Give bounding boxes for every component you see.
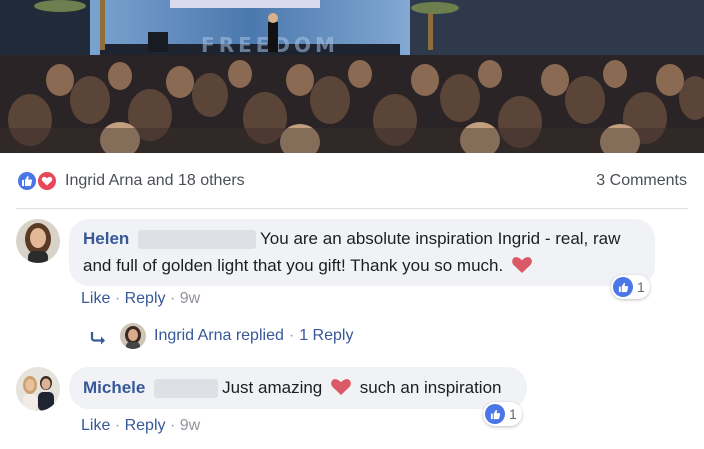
heart-icon	[511, 254, 533, 282]
comment-text: such an inspiration	[359, 378, 502, 397]
reaction-icons[interactable]	[16, 170, 62, 192]
comment-actions: Like · Reply · 9w	[81, 289, 200, 309]
comment-like-badge[interactable]: 1	[483, 402, 522, 426]
post-photo[interactable]: FREEDOM	[0, 0, 704, 153]
separator: ·	[169, 290, 176, 307]
like-icon	[485, 404, 505, 424]
reply-link[interactable]: Reply	[125, 290, 166, 307]
reaction-summary[interactable]: Ingrid Arna and 18 others	[65, 170, 245, 192]
separator: ·	[169, 417, 176, 434]
replier-name[interactable]: Ingrid Arna replied	[154, 324, 284, 348]
comment-bubble: Michele Just amazing such an inspiration	[69, 367, 527, 409]
like-count: 1	[509, 406, 517, 422]
comment-timestamp[interactable]: 9w	[180, 290, 200, 307]
separator: ·	[288, 327, 295, 344]
reply-arrow-icon	[90, 329, 108, 345]
divider	[16, 208, 688, 209]
avatar[interactable]	[16, 219, 60, 263]
redacted-surname	[138, 230, 257, 250]
reply-link[interactable]: Reply	[125, 417, 166, 434]
heart-icon	[330, 376, 352, 404]
comment-author[interactable]: Michele	[83, 378, 145, 397]
like-count: 1	[637, 279, 645, 295]
redacted-surname	[154, 379, 219, 399]
separator: ·	[114, 417, 121, 434]
like-reaction-icon	[16, 170, 38, 192]
comment-author[interactable]: Helen	[83, 229, 129, 248]
like-link[interactable]: Like	[81, 417, 110, 434]
reply-count[interactable]: 1 Reply	[299, 324, 353, 348]
comments-count[interactable]: 3 Comments	[596, 170, 687, 192]
avatar[interactable]	[16, 367, 60, 411]
replies-summary[interactable]: Ingrid Arna replied · 1 Reply	[90, 323, 353, 349]
reactions-bar: Ingrid Arna and 18 others 3 Comments	[0, 153, 704, 209]
audience-photo: FREEDOM	[0, 0, 704, 153]
comment-bubble: Helen You are an absolute inspiration In…	[69, 219, 655, 286]
love-reaction-icon	[36, 170, 58, 192]
replier-avatar	[120, 323, 146, 349]
like-icon	[613, 277, 633, 297]
separator: ·	[114, 290, 121, 307]
comment-actions: Like · Reply · 9w	[81, 416, 200, 436]
comment-timestamp[interactable]: 9w	[180, 417, 200, 434]
like-link[interactable]: Like	[81, 290, 110, 307]
comment-text: Just amazing	[222, 378, 323, 397]
comment-like-badge[interactable]: 1	[611, 275, 650, 299]
